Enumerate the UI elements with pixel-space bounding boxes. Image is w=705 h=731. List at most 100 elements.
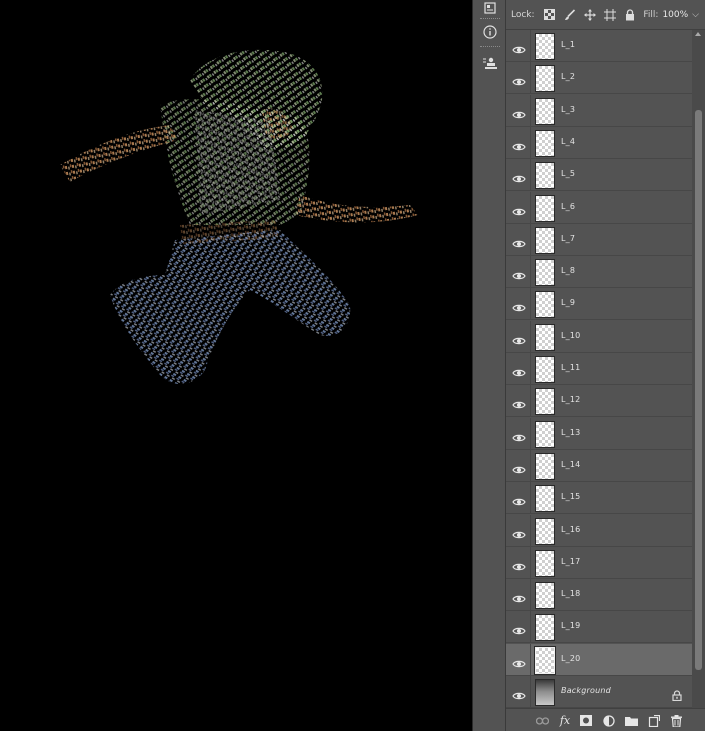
- layer-name[interactable]: L_14: [561, 460, 580, 469]
- layer-thumbnail[interactable]: [535, 517, 555, 545]
- visibility-eye-icon[interactable]: [512, 589, 526, 603]
- layer-thumbnail[interactable]: [535, 356, 555, 383]
- layer-name[interactable]: L_2: [561, 72, 575, 81]
- visibility-eye-icon[interactable]: [512, 169, 526, 183]
- visibility-eye-icon[interactable]: [512, 234, 526, 248]
- layer-row[interactable]: L_2: [506, 62, 692, 95]
- background-thumbnail[interactable]: [535, 679, 555, 706]
- layer-name[interactable]: L_8: [561, 266, 575, 275]
- adjustment-layer-icon[interactable]: [602, 714, 616, 727]
- layer-thumbnail[interactable]: [535, 614, 555, 642]
- layer-row[interactable]: L_14: [506, 449, 692, 482]
- layer-row[interactable]: L_5: [506, 159, 692, 192]
- layer-name[interactable]: L_3: [561, 105, 575, 114]
- layer-thumbnail[interactable]: [534, 645, 556, 675]
- layer-thumbnail[interactable]: [535, 420, 555, 448]
- chevron-down-icon[interactable]: ⌵: [692, 10, 699, 20]
- layer-name[interactable]: L_15: [561, 492, 580, 501]
- fx-icon[interactable]: fx: [558, 714, 572, 727]
- layer-name[interactable]: L_11: [561, 363, 580, 372]
- visibility-eye-icon[interactable]: [512, 557, 526, 571]
- visibility-eye-icon[interactable]: [512, 686, 526, 700]
- layer-row[interactable]: L_15: [506, 482, 692, 515]
- link-layers-icon[interactable]: [535, 714, 549, 727]
- layer-row[interactable]: L_13: [506, 417, 692, 450]
- layer-row[interactable]: L_20: [506, 643, 692, 676]
- layer-name[interactable]: L_9: [561, 298, 575, 307]
- lock-transparent-pixels-icon[interactable]: [543, 8, 557, 22]
- layer-row[interactable]: L_8: [506, 256, 692, 289]
- layer-thumbnail[interactable]: [535, 259, 555, 287]
- lock-artboard-icon[interactable]: [603, 8, 617, 22]
- layer-name[interactable]: L_5: [561, 169, 575, 178]
- layer-row[interactable]: L_3: [506, 94, 692, 127]
- layer-thumbnail[interactable]: [535, 388, 555, 416]
- visibility-eye-icon[interactable]: [512, 105, 526, 118]
- new-layer-icon[interactable]: [647, 714, 661, 727]
- layer-thumbnail[interactable]: [535, 97, 555, 125]
- visibility-eye-icon[interactable]: [512, 331, 526, 344]
- layer-lock-icon[interactable]: [672, 686, 682, 702]
- layer-name[interactable]: L_17: [561, 557, 580, 566]
- layer-name[interactable]: Background: [561, 686, 611, 695]
- lock-position-icon[interactable]: [583, 8, 597, 22]
- layer-mask-icon[interactable]: [579, 714, 593, 727]
- layer-row[interactable]: L_19: [506, 611, 692, 644]
- layer-name[interactable]: L_19: [561, 621, 580, 630]
- visibility-eye-icon[interactable]: [512, 460, 526, 474]
- visibility-eye-icon[interactable]: [512, 72, 526, 86]
- layer-name[interactable]: L_1: [561, 40, 575, 49]
- layer-row[interactable]: L_4: [506, 126, 692, 159]
- layer-row[interactable]: Background: [506, 676, 692, 708]
- properties-icon[interactable]: [479, 0, 501, 20]
- layer-row[interactable]: L_6: [506, 191, 692, 224]
- layer-name[interactable]: L_16: [561, 525, 580, 534]
- layer-row[interactable]: L_9: [506, 288, 692, 321]
- visibility-eye-icon[interactable]: [512, 395, 526, 409]
- layer-row[interactable]: L_18: [506, 579, 692, 612]
- clone-source-icon[interactable]: [479, 53, 501, 75]
- layer-row[interactable]: L_11: [506, 353, 692, 385]
- fill-value[interactable]: 100%: [662, 10, 688, 20]
- layer-thumbnail[interactable]: [535, 291, 555, 319]
- visibility-eye-icon[interactable]: [512, 525, 526, 538]
- lock-image-pixels-icon[interactable]: [563, 8, 577, 22]
- layer-name[interactable]: L_20: [561, 654, 580, 663]
- visibility-eye-icon[interactable]: [512, 266, 526, 280]
- visibility-eye-icon[interactable]: [512, 428, 526, 441]
- layer-row[interactable]: L_17: [506, 546, 692, 579]
- visibility-eye-icon[interactable]: [512, 202, 526, 215]
- layer-row[interactable]: L_12: [506, 385, 692, 418]
- layer-name[interactable]: L_12: [561, 395, 580, 404]
- info-icon[interactable]: [479, 21, 501, 43]
- visibility-eye-icon[interactable]: [512, 363, 526, 377]
- visibility-eye-icon[interactable]: [512, 137, 526, 151]
- layer-thumbnail[interactable]: [535, 549, 555, 577]
- new-group-icon[interactable]: [624, 714, 638, 727]
- lock-all-icon[interactable]: [623, 8, 637, 22]
- layer-name[interactable]: L_13: [561, 428, 580, 437]
- layer-row[interactable]: L_7: [506, 223, 692, 256]
- layer-name[interactable]: L_10: [561, 331, 580, 340]
- layers-scrollbar[interactable]: [692, 30, 705, 708]
- layer-thumbnail[interactable]: [535, 226, 555, 254]
- layer-name[interactable]: L_7: [561, 234, 575, 243]
- visibility-eye-icon[interactable]: [512, 654, 526, 667]
- scrollbar-thumb[interactable]: [695, 110, 702, 670]
- layer-thumbnail[interactable]: [535, 65, 555, 93]
- layer-thumbnail[interactable]: [535, 452, 555, 480]
- layer-name[interactable]: L_18: [561, 589, 580, 598]
- layer-thumbnail[interactable]: [535, 162, 555, 190]
- document-canvas[interactable]: [0, 0, 472, 731]
- layer-row[interactable]: L_10: [506, 320, 692, 353]
- layer-name[interactable]: L_6: [561, 202, 575, 211]
- layer-row[interactable]: L_16: [506, 514, 692, 547]
- layer-row[interactable]: L_1: [506, 30, 692, 62]
- layer-thumbnail[interactable]: [535, 33, 555, 60]
- visibility-eye-icon[interactable]: [512, 298, 526, 312]
- layer-name[interactable]: L_4: [561, 137, 575, 146]
- scroll-up-arrow-icon[interactable]: [695, 32, 701, 36]
- layer-thumbnail[interactable]: [535, 582, 555, 610]
- delete-layer-icon[interactable]: [669, 714, 683, 727]
- layer-thumbnail[interactable]: [535, 129, 555, 157]
